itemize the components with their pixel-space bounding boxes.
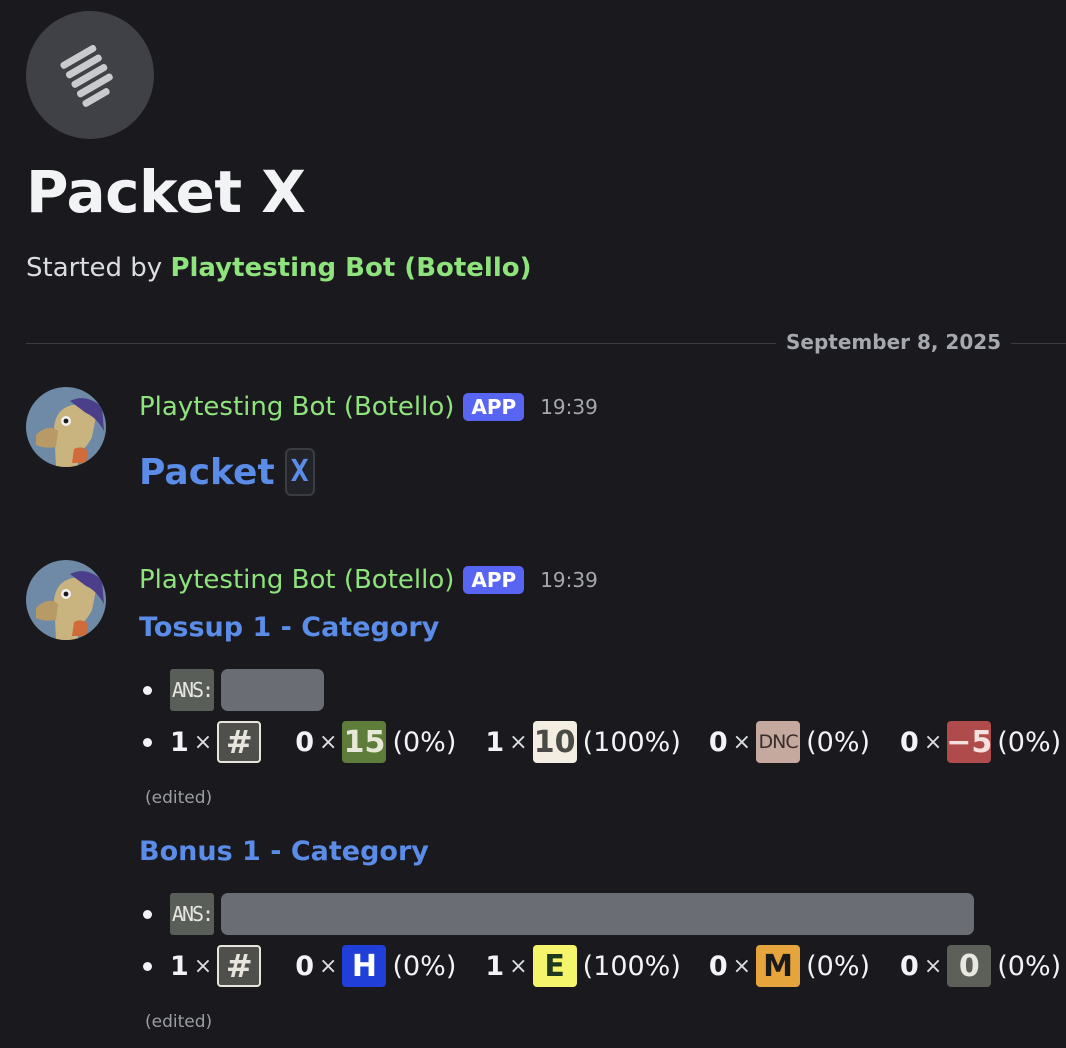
times-sign: × [509,729,528,755]
stat-count: 0 [295,726,315,758]
stat-percent: (0%) [806,726,871,758]
bonus-stats-row: 1 × # 0 × H (0%) 1 × E (100%) 0 × M (0%) 0 × 0 (0%) [139,944,1061,988]
stat-count: 1 [485,726,505,758]
stat-percent: (0%) [997,726,1062,758]
times-sign: × [732,953,752,979]
packet-heading-code: X [284,448,315,496]
answer-label: ANS: [170,669,214,711]
hash-count: 1 [170,950,189,982]
author-avatar[interactable] [26,387,106,467]
thread-started-by: Started by Playtesting Bot (Botello) [26,253,532,283]
message-author[interactable]: Playtesting Bot (Botello) [139,565,454,595]
thread-icon [26,11,154,139]
hash-emoji-icon: # [217,945,262,987]
stat-count: 0 [295,950,315,982]
message-header: Playtesting Bot (Botello) APP 19:39 [139,389,598,425]
stat-percent: (100%) [582,950,681,982]
stat-emoji-icon: M [756,945,801,987]
bonus-answer-row: ANS: [139,892,974,936]
message-timestamp[interactable]: 19:39 [540,568,598,592]
message-timestamp[interactable]: 19:39 [540,395,598,419]
times-sign: × [319,953,338,979]
horse-avatar-icon [26,560,106,640]
author-avatar[interactable] [26,560,106,640]
stat-emoji-icon: 10 [532,721,577,763]
hash-emoji-icon: # [217,721,262,763]
stat-emoji-icon: −5 [946,721,992,763]
times-sign: × [732,729,752,755]
message-author[interactable]: Playtesting Bot (Botello) [139,392,454,422]
stat-emoji-icon: 0 [947,945,992,987]
stat-percent: (0%) [392,950,457,982]
stat-count: 0 [708,950,728,982]
tossup-stats-row: 1 × # 0 × 15 (0%) 1 × 10 (100%) 0 × DNC (0%) 0 × −5 (0%… [139,720,1061,764]
stat-emoji-icon: H [342,945,387,987]
stat-percent: (0%) [392,726,457,758]
bullet [143,961,152,971]
app-tag: APP [463,393,525,421]
bullet [143,909,152,919]
times-sign: × [923,729,943,755]
packet-heading-text: Packet [139,451,275,493]
answer-spoiler[interactable] [221,669,324,711]
started-by-prefix: Started by [26,253,171,283]
stat-percent: (0%) [806,950,871,982]
started-by-author-link[interactable]: Playtesting Bot (Botello) [170,253,531,283]
date-divider-label: September 8, 2025 [776,330,1012,354]
bullet [143,737,152,747]
bullet [143,685,152,695]
tossup-answer-row: ANS: [139,668,324,712]
packet-heading: Packet X [139,446,315,498]
times-sign: × [509,953,528,979]
times-sign: × [923,953,943,979]
stat-percent: (100%) [582,726,681,758]
stat-emoji-icon: 15 [342,721,387,763]
answer-label: ANS: [170,893,214,935]
stat-percent: (0%) [997,950,1062,982]
horse-avatar-icon [26,387,106,467]
app-tag: APP [463,566,525,594]
stat-count: 0 [900,950,919,982]
stat-count: 0 [900,726,919,758]
bonus-stat-items: 0 × H (0%) 1 × E (100%) 0 × M (0%) 0 × 0 (0%) [295,945,1061,987]
answer-spoiler[interactable] [221,893,974,935]
edited-label: (edited) [145,1012,213,1032]
tossup-title-link[interactable]: Tossup 1 - Category [139,612,439,643]
stat-count: 1 [485,950,505,982]
message-header: Playtesting Bot (Botello) APP 19:39 [139,562,598,598]
hash-count: 1 [170,726,189,758]
stat-count: 0 [708,726,728,758]
tossup-stat-items: 0 × 15 (0%) 1 × 10 (100%) 0 × DNC (0%) 0 × −5 (0%) [295,721,1061,763]
edited-label: (edited) [145,788,213,808]
times-sign: × [319,729,338,755]
stat-emoji-icon: E [532,945,577,987]
bonus-title-link[interactable]: Bonus 1 - Category [139,836,429,867]
stat-emoji-icon: DNC [756,721,801,763]
times-sign: × [193,953,213,979]
times-sign: × [193,729,213,755]
thread-title: Packet X [26,158,306,226]
